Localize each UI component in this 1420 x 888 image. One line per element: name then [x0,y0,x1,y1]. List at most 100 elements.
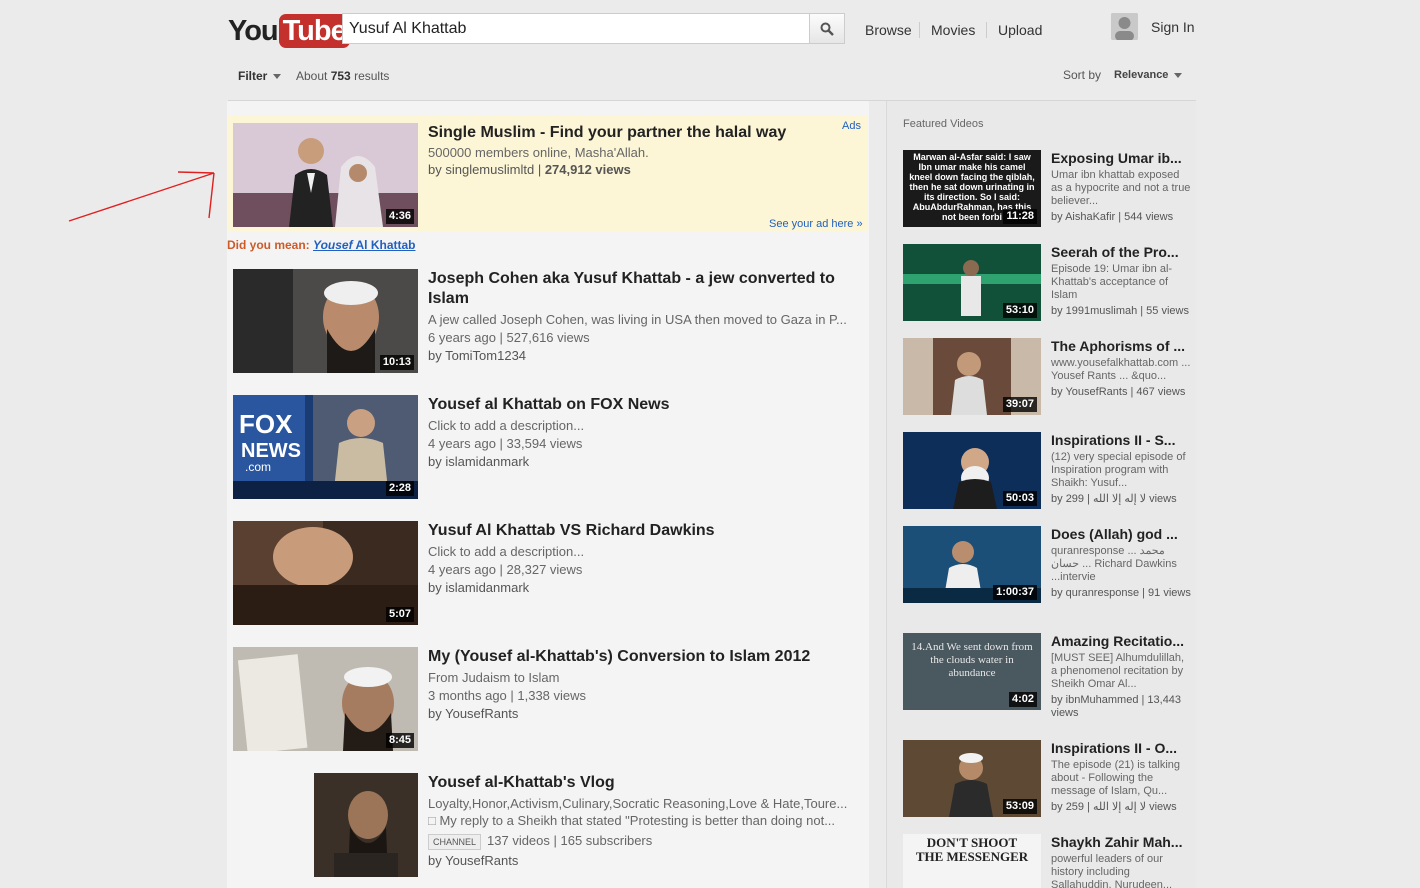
featured-thumbnail[interactable]: 14.And We sent down from the clouds wate… [903,633,1041,710]
featured-title[interactable]: Seerah of the Pro... [1051,244,1191,261]
ads-label[interactable]: Ads [842,120,861,132]
featured-description: (12) very special episode of Inspiration… [1051,451,1186,489]
featured-thumbnail[interactable]: 39:07 [903,338,1041,415]
featured-title[interactable]: Shaykh Zahir Mah... [1051,834,1191,851]
featured-description: powerful leaders of our history includin… [1051,853,1173,888]
did-you-mean: Did you mean: Yousef Al Khattab [227,238,415,252]
video-thumbnail[interactable]: 5:07 [233,521,418,625]
did-you-mean-link[interactable]: Yousef Al Khattab [313,238,415,252]
featured-description: The episode (21) is talking about - Foll… [1051,759,1181,797]
featured-duration: 53:10 [1002,303,1037,318]
video-duration: 10:13 [379,355,414,370]
featured-description: [MUST SEE] Alhumdulillah, a phenomenol r… [1051,652,1185,690]
ad-title[interactable]: Single Muslim - Find your partner the ha… [428,123,838,143]
featured-meta: by quranresponse | 91 views [1051,587,1191,599]
video-description: Click to add a description... [428,544,585,559]
youtube-logo[interactable]: You Tube [228,12,350,50]
featured-meta: by YousefRants | 467 views [1051,386,1186,398]
channel-badge: CHANNEL [428,833,482,850]
svg-text:NEWS: NEWS [241,440,301,462]
featured-duration: 50:03 [1002,491,1037,506]
video-uploader[interactable]: by TomiTom1234 [428,347,526,365]
featured-title[interactable]: Exposing Umar ib... [1051,150,1191,167]
featured-duration: 11:28 [1003,209,1037,224]
search-button[interactable] [809,13,845,44]
featured-title[interactable]: Does (Allah) god ... [1051,526,1191,543]
ad-duration: 4:36 [385,209,414,224]
featured-meta: by لا إله إلا الله | 299 views [1051,493,1177,505]
channel-title[interactable]: Yousef al-Khattab's Vlog [428,773,858,793]
video-meta: 4 years ago | 28,327 views [428,562,583,577]
channel-stats-text: 137 videos | 165 subscribers [487,833,653,848]
featured-thumbnail[interactable]: 53:10 [903,244,1041,321]
featured-meta: by لا إله إلا الله | 259 views [1051,801,1177,813]
nav-divider [986,22,987,38]
video-uploader[interactable]: by YousefRants [428,705,518,723]
sort-by-label: Sort by [1063,68,1102,82]
featured-thumbnail[interactable]: DON'T SHOOT THE MESSENGER [903,834,1041,888]
channel-description: Loyalty,Honor,Activism,Culinary,Socratic… [428,796,848,811]
channel-owner[interactable]: by YousefRants [428,852,518,870]
ad-meta: by singlemuslimltd | 274,912 views [428,162,631,177]
featured-title[interactable]: Amazing Recitatio... [1051,633,1191,650]
ad-description: 500000 members online, Masha'Allah. [428,145,649,160]
sort-dropdown[interactable]: Relevance [1114,69,1183,81]
featured-thumbnail[interactable]: Marwan al-Asfar said: I saw Ibn umar mak… [903,150,1041,227]
featured-thumbnail[interactable]: 50:03 [903,432,1041,509]
channel-latest-post: □ My reply to a Sheikh that stated "Prot… [428,812,853,830]
post-icon: □ [428,813,440,828]
featured-thumbnail[interactable]: 53:09 [903,740,1041,817]
video-uploader[interactable]: by islamidanmark [428,453,529,471]
nav-movies-link[interactable]: Movies [931,22,975,38]
red-arrow-annotation [68,171,215,222]
nav-browse-link[interactable]: Browse [865,22,912,38]
video-thumbnail[interactable]: 10:13 [233,269,418,373]
search-input[interactable]: Yusuf Al Khattab [342,13,810,44]
video-thumbnail[interactable]: 8:45 [233,647,418,751]
see-your-ad-link[interactable]: See your ad here » [769,218,863,230]
thumbnail-caption: 14.And We sent down from the clouds wate… [911,641,1033,679]
video-thumbnail[interactable]: FOX NEWS .com 2:28 [233,395,418,499]
ad-uploader[interactable]: by singlemuslimltd [428,162,534,177]
video-title[interactable]: Joseph Cohen aka Yusuf Khattab - a jew c… [428,269,858,309]
video-title[interactable]: My (Yousef al-Khattab's) Conversion to I… [428,647,858,667]
results-number: 753 [330,69,351,83]
filter-button[interactable]: Filter [238,69,282,83]
thumbnail-caption: DON'T SHOOT THE MESSENGER [915,835,1029,864]
featured-duration: 39:07 [1002,397,1037,412]
channel-thumbnail[interactable] [314,773,418,877]
results-count: About 753 results [296,69,389,83]
video-uploader[interactable]: by islamidanmark [428,579,529,597]
featured-title[interactable]: Inspirations II - O... [1051,740,1191,757]
video-title[interactable]: Yusuf Al Khattab VS Richard Dawkins [428,521,858,541]
svg-text:.com: .com [245,460,271,474]
chevron-down-icon [273,74,282,80]
featured-meta: by AishaKafir | 544 views [1051,211,1174,223]
featured-duration: 1:00:37 [993,585,1037,600]
video-description: From Judaism to Islam [428,670,560,685]
avatar[interactable] [1111,13,1138,40]
video-title[interactable]: Yousef al Khattab on FOX News [428,395,858,415]
rest-term: Al Khattab [355,238,416,252]
channel-stats: CHANNEL 137 videos | 165 subscribers [428,832,652,850]
featured-title[interactable]: The Aphorisms of ... [1051,338,1191,355]
filter-label: Filter [238,69,268,83]
channel-avatar-photo-icon [314,773,418,877]
featured-description: Umar ibn khattab exposed as a hypocrite … [1051,169,1191,207]
video-duration: 5:07 [385,607,414,622]
svg-text:FOX: FOX [239,409,293,439]
featured-thumbnail[interactable]: 1:00:37 [903,526,1041,603]
featured-duration: 4:02 [1008,692,1037,707]
sign-in-link[interactable]: Sign In [1151,19,1195,35]
logo-tube-text: Tube [278,14,350,48]
ad-thumbnail[interactable]: 4:36 [233,123,418,227]
results-suffix: results [354,69,390,83]
corrected-term: Yousef [313,238,353,252]
featured-videos-heading: Featured Videos [903,118,984,130]
video-meta: 3 months ago | 1,338 views [428,688,587,703]
featured-duration: 53:09 [1002,799,1037,814]
logo-you-text: You [228,15,279,47]
featured-title[interactable]: Inspirations II - S... [1051,432,1191,449]
ad-views: 274,912 views [544,162,631,177]
nav-upload-link[interactable]: Upload [998,22,1042,38]
